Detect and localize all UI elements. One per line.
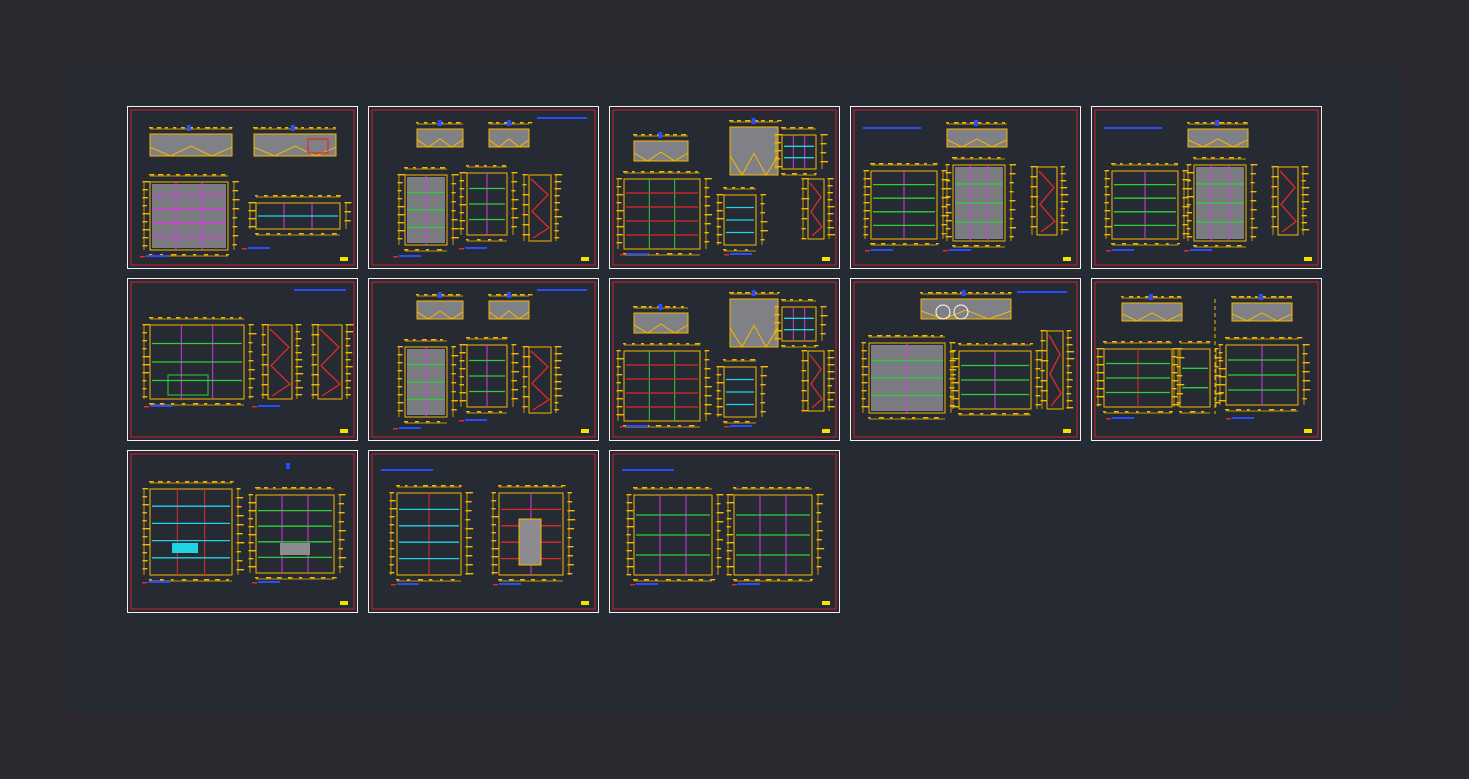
drawing-sheet-11[interactable] [127,450,358,613]
sheet-content [393,117,587,258]
sheet-content [1104,120,1310,252]
drawing-sheet-7[interactable] [368,278,599,441]
drawing-sheet-6[interactable] [127,278,358,441]
drawing-sheet-2[interactable] [368,106,599,269]
title-block-mark [1063,429,1071,433]
sheet-drawing [130,281,355,438]
title-block-mark [822,257,830,261]
sheet-drawing [1094,109,1319,266]
title-block-mark [822,429,830,433]
title-block-mark [340,601,348,605]
title-block-mark [581,429,589,433]
sheet-drawing [371,453,596,610]
drawing-sheet-5[interactable] [1091,106,1322,269]
drawing-sheet-3[interactable] [609,106,840,269]
sheet-drawing [130,109,355,266]
sheet-drawing [612,109,837,266]
drawing-sheet-10[interactable] [1091,278,1322,441]
title-block-mark [822,601,830,605]
sheet-content [381,469,576,586]
sheet-content [616,290,835,428]
sheet-content [140,125,352,258]
sheet-content [1096,294,1311,420]
sheet-content [393,289,587,430]
title-block-mark [581,257,589,261]
drawing-sheet-9[interactable] [850,278,1081,441]
sheet-content [142,463,347,584]
sheet-content [861,290,1075,420]
sheet-drawing [853,281,1078,438]
sheet-drawing [1094,281,1319,438]
sheet-drawing [612,281,837,438]
sheet-content [863,120,1069,252]
title-block-mark [581,601,589,605]
sheet-content [142,289,354,408]
drawing-canvas[interactable] [67,67,1402,713]
title-block-mark [1304,429,1312,433]
title-block-mark [1304,257,1312,261]
sheet-content [616,118,836,256]
title-block-mark [1063,257,1071,261]
title-block-mark [340,429,348,433]
drawing-sheet-1[interactable] [127,106,358,269]
sheet-drawing [371,281,596,438]
sheet-drawing [853,109,1078,266]
sheet-drawing [130,453,355,610]
drawing-sheet-4[interactable] [850,106,1081,269]
drawing-sheet-12[interactable] [368,450,599,613]
sheet-drawing [371,109,596,266]
drawing-sheet-13[interactable] [609,450,840,613]
title-block-mark [340,257,348,261]
sheet-drawing [612,453,837,610]
sheet-content [622,469,825,586]
drawing-sheet-8[interactable] [609,278,840,441]
